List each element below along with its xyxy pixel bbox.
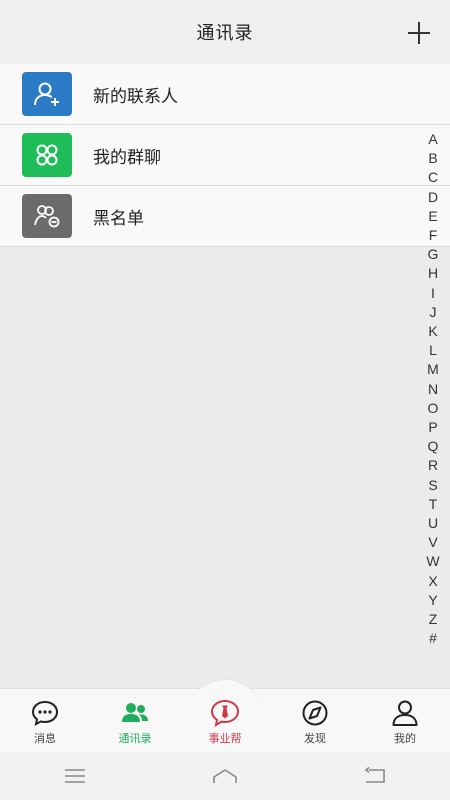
top-bar: 通讯录	[0, 0, 450, 64]
tab-discover-label: 发现	[304, 732, 326, 745]
bottom-tab-bar: 消息 通讯录 事业帮 发现 我的	[0, 679, 450, 752]
index-letter[interactable]: M	[427, 360, 439, 379]
alphabet-index[interactable]: A B C D E F G H I J K L M N O P Q R S T …	[424, 130, 442, 648]
tab-discover[interactable]: 发现	[270, 689, 360, 752]
index-letter[interactable]: U	[428, 514, 438, 533]
tab-contacts-label: 通讯录	[118, 732, 152, 745]
index-letter[interactable]: B	[428, 149, 437, 168]
index-letter[interactable]: J	[430, 303, 437, 322]
home-button[interactable]	[210, 764, 240, 788]
index-letter[interactable]: Y	[428, 591, 437, 610]
index-letter[interactable]: D	[428, 188, 438, 207]
tab-career-label: 事业帮	[208, 732, 242, 745]
menu-button[interactable]	[60, 764, 90, 788]
index-letter[interactable]: O	[428, 399, 439, 418]
index-letter[interactable]: #	[429, 629, 437, 648]
index-letter[interactable]: G	[428, 245, 439, 264]
index-letter[interactable]: H	[428, 264, 438, 283]
index-letter[interactable]: A	[428, 130, 437, 149]
chat-bubble-icon	[31, 700, 59, 726]
menu-icon	[65, 769, 85, 783]
tab-messages[interactable]: 消息	[0, 689, 90, 752]
index-letter[interactable]: F	[429, 226, 438, 245]
blacklist-label: 黑名单	[93, 208, 144, 229]
group-icon	[22, 133, 72, 177]
my-groups-row[interactable]: 我的群聊	[0, 125, 450, 186]
index-letter[interactable]: C	[428, 168, 438, 187]
blacklist-row[interactable]: 黑名单	[0, 186, 450, 247]
index-letter[interactable]: W	[426, 552, 439, 571]
tab-contacts[interactable]: 通讯录	[90, 689, 180, 752]
new-contacts-label: 新的联系人	[93, 86, 178, 107]
blocked-people-icon	[22, 194, 72, 238]
add-person-icon	[22, 72, 72, 116]
index-letter[interactable]: K	[428, 322, 437, 341]
index-letter[interactable]: R	[428, 456, 438, 475]
person-icon	[392, 700, 418, 726]
page-title: 通讯录	[196, 23, 254, 44]
back-icon	[364, 766, 385, 783]
tab-me[interactable]: 我的	[360, 689, 450, 752]
index-letter[interactable]: N	[428, 380, 438, 399]
index-letter[interactable]: E	[428, 207, 437, 226]
back-button[interactable]	[360, 764, 390, 788]
index-letter[interactable]: L	[429, 341, 437, 360]
index-letter[interactable]: Q	[428, 437, 439, 456]
index-letter[interactable]: T	[429, 495, 438, 514]
index-letter[interactable]: Z	[429, 610, 438, 629]
tie-bubble-icon	[210, 699, 240, 727]
my-groups-label: 我的群聊	[93, 147, 161, 168]
index-letter[interactable]: I	[431, 284, 435, 303]
index-letter[interactable]: S	[428, 476, 437, 495]
tab-me-label: 我的	[394, 732, 416, 745]
new-contacts-row[interactable]: 新的联系人	[0, 64, 450, 125]
compass-icon	[302, 700, 328, 726]
index-letter[interactable]: X	[428, 572, 437, 591]
add-button[interactable]	[406, 20, 432, 46]
home-icon	[213, 769, 237, 783]
tab-messages-label: 消息	[34, 732, 56, 745]
tab-career[interactable]: 事业帮	[180, 679, 270, 752]
system-navigation-bar	[0, 752, 450, 800]
index-letter[interactable]: P	[428, 418, 437, 437]
contacts-icon	[122, 703, 148, 722]
contact-entry-list: 新的联系人 我的群聊 黑名单	[0, 64, 450, 247]
plus-icon	[408, 22, 430, 44]
index-letter[interactable]: V	[428, 533, 437, 552]
